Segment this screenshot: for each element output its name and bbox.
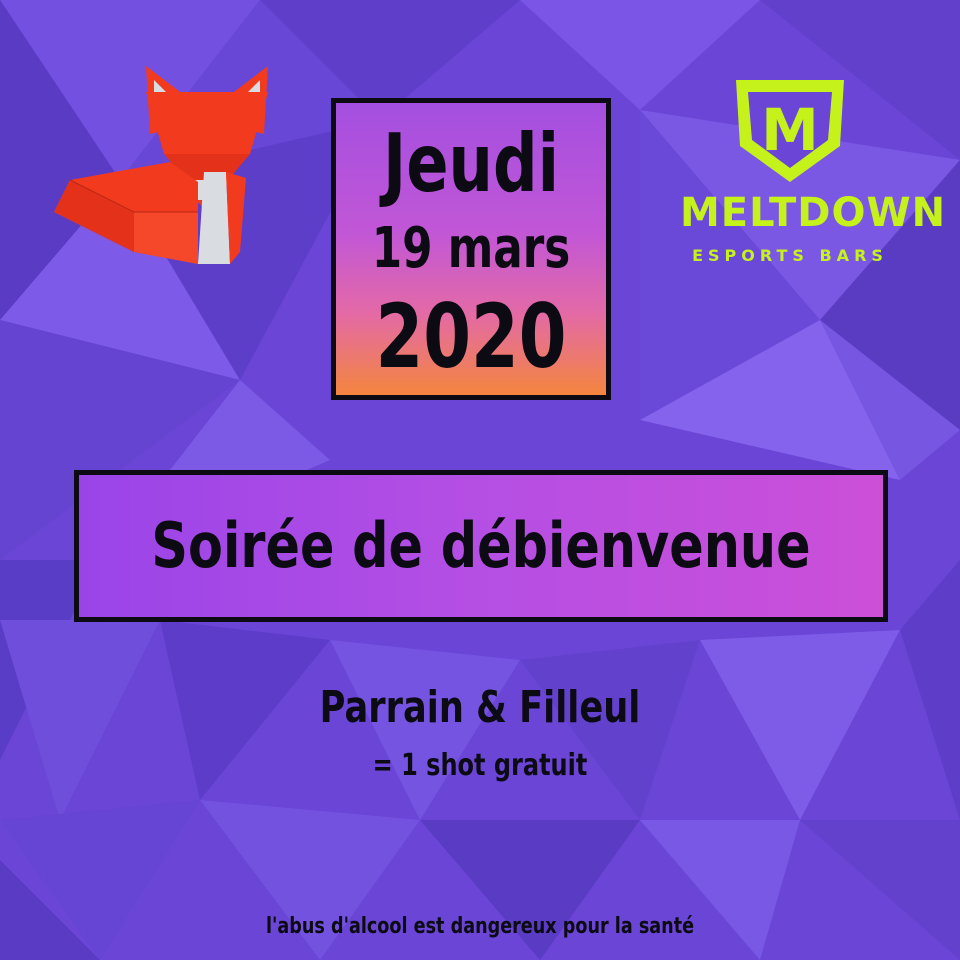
date-year: 2020 [375, 285, 567, 388]
meltdown-logo: M MELTDOWN ESPORTS BARS [680, 72, 947, 272]
offer-headline: Parrain & Filleul [319, 682, 641, 733]
logo-subtitle: ESPORTS BARS [692, 246, 888, 265]
health-disclaimer: l'abus d'alcool est dangereux pour la sa… [265, 914, 695, 939]
date-day: Jeudi [382, 117, 560, 210]
date-panel: Jeudi 19 mars 2020 [331, 98, 611, 400]
offer-detail: = 1 shot gratuit [372, 748, 588, 783]
origami-fox-icon [54, 66, 268, 264]
logo-wordmark: MELTDOWN [680, 190, 947, 236]
meltdown-shield-icon: M [736, 80, 844, 182]
shield-letter: M [761, 96, 819, 164]
date-month: 19 mars [371, 216, 571, 281]
event-title-panel: Soirée de débienvenue [74, 470, 888, 622]
event-title: Soirée de débienvenue [151, 509, 811, 582]
